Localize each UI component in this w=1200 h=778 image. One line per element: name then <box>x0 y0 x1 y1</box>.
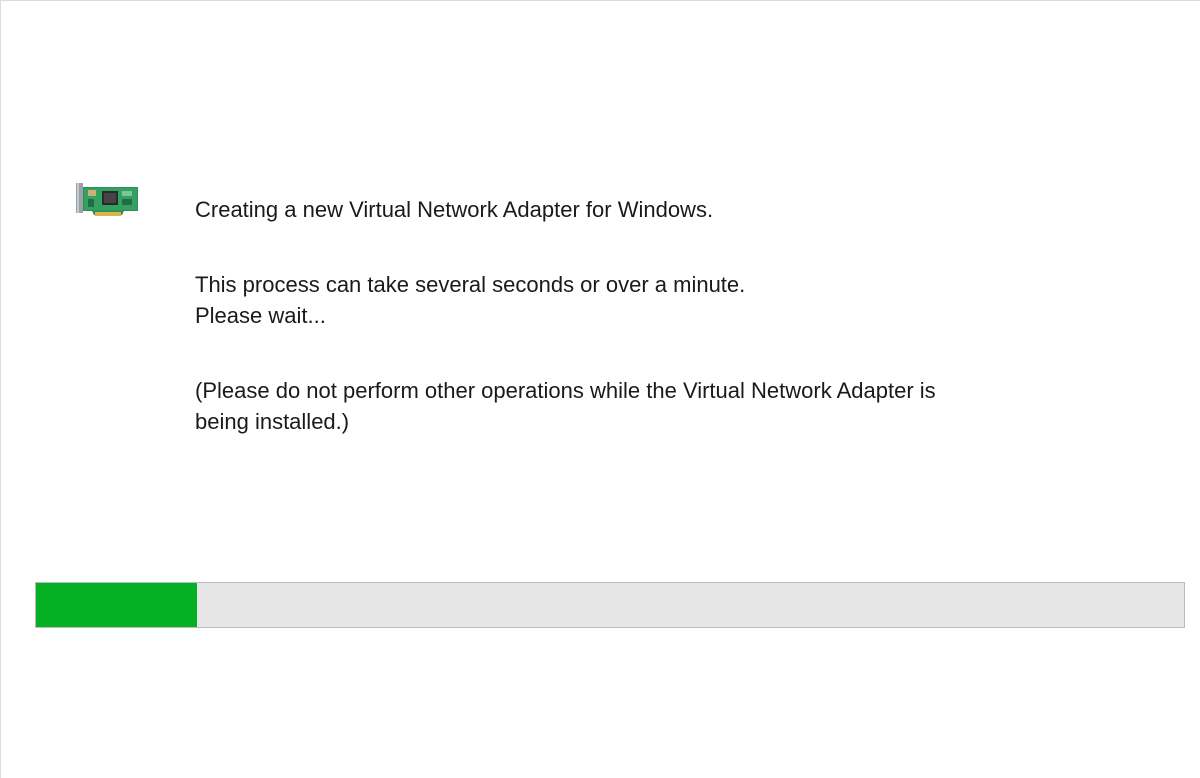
warning-note-line1: (Please do not perform other operations … <box>195 378 936 403</box>
duration-note: This process can take several seconds or… <box>195 272 746 297</box>
progress-fill <box>36 583 197 627</box>
warning-note-line2: being installed.) <box>195 409 350 434</box>
wait-note: Please wait... <box>195 303 326 328</box>
install-dialog: Creating a new Virtual Network Adapter f… <box>0 0 1200 778</box>
network-adapter-card-icon <box>76 183 138 216</box>
install-progress-bar <box>35 582 1185 628</box>
status-message: Creating a new Virtual Network Adapter f… <box>195 197 714 222</box>
